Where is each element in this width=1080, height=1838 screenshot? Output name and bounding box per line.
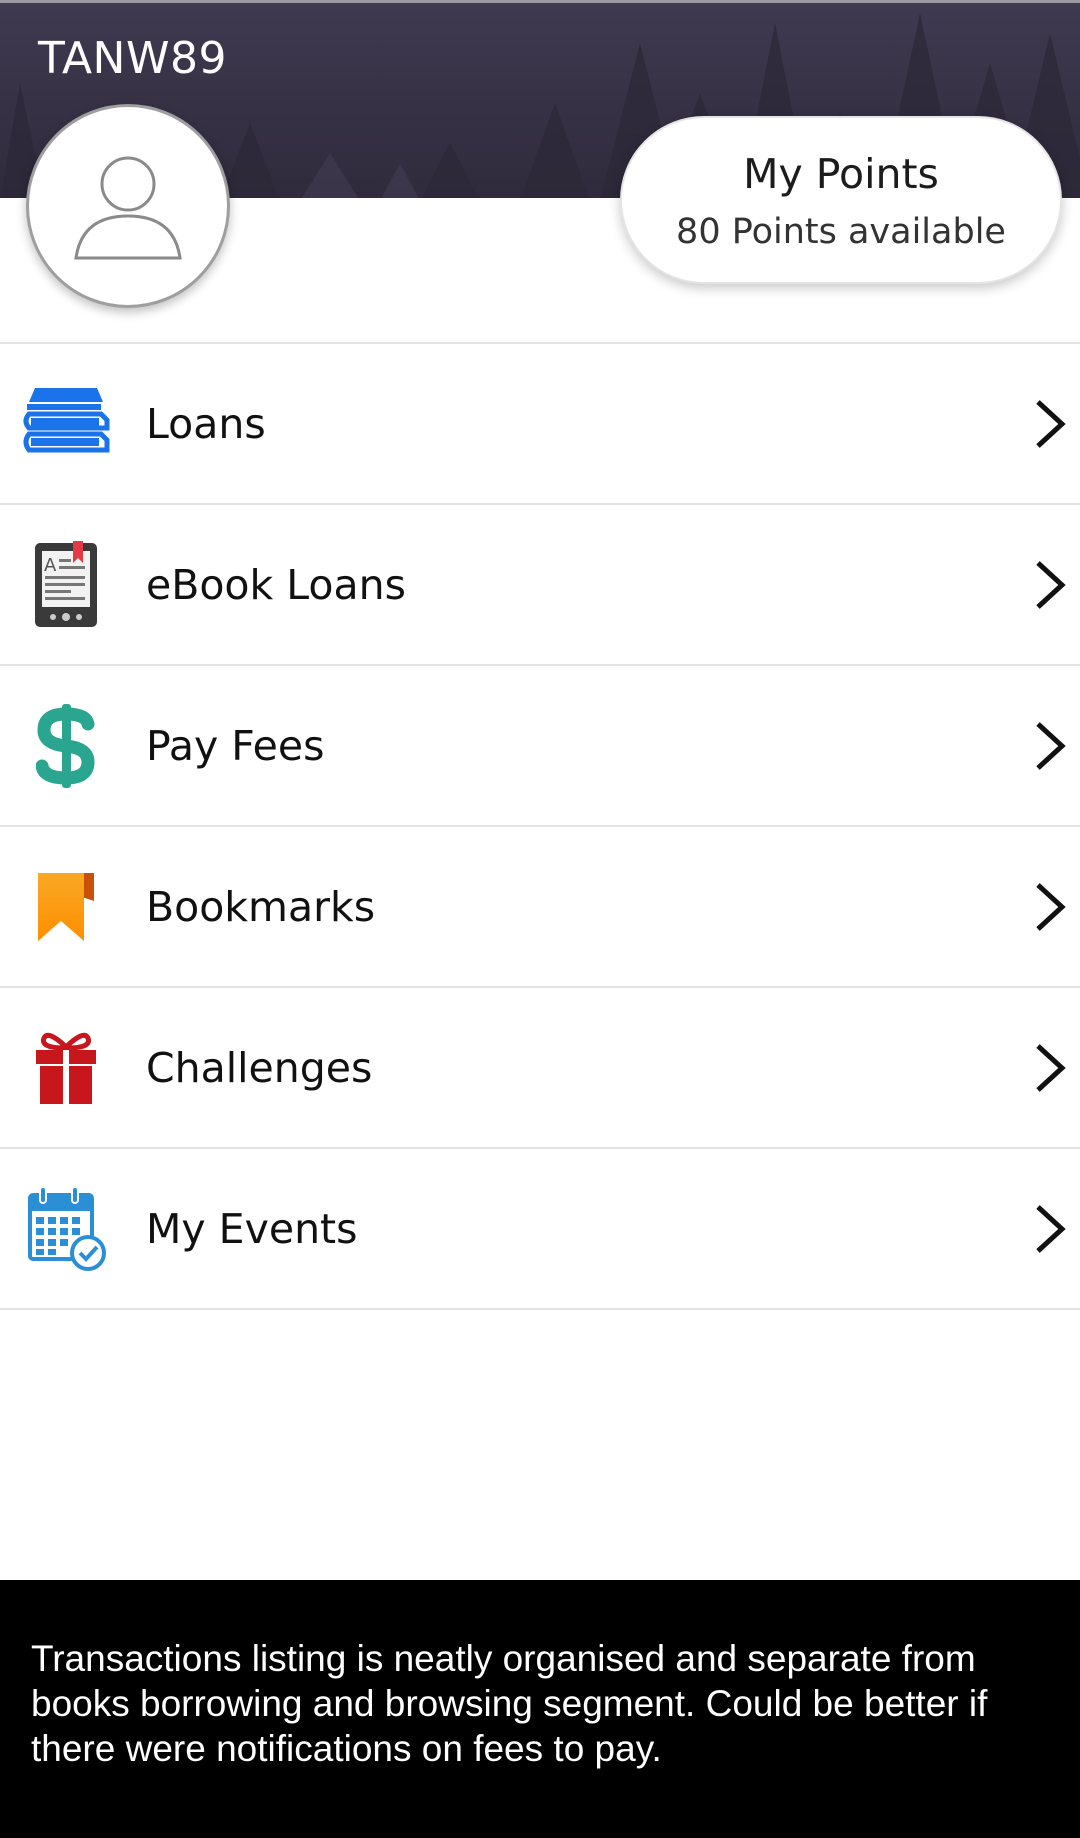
menu-item-my-events[interactable]: My Events [0,1149,1080,1310]
caption-text: Transactions listing is neatly organised… [31,1638,988,1769]
menu-item-label: Bookmarks [146,882,376,931]
profile-screen: TANW89 My Points 80 Points available Loa… [0,0,1080,1838]
menu-item-label: Loans [146,399,266,448]
chevron-right-icon [1036,721,1066,770]
menu-item-label: Challenges [146,1043,373,1092]
chevron-right-icon [1036,399,1066,448]
chevron-right-icon [1036,1043,1066,1092]
avatar[interactable] [26,104,230,308]
user-silhouette-icon [74,156,182,260]
bookmark-icon [20,861,112,953]
menu-item-challenges[interactable]: Challenges [0,988,1080,1149]
menu-item-label: Pay Fees [146,721,325,770]
account-menu-list: Loans A eBook Loans Pay Fees Bookmarks C… [0,342,1080,1310]
my-points-card[interactable]: My Points 80 Points available [620,116,1062,284]
menu-item-label: My Events [146,1204,358,1253]
dollar-sign-icon [20,700,112,792]
points-available: 80 Points available [676,212,1006,252]
username: TANW89 [38,33,227,84]
chevron-right-icon [1036,882,1066,931]
calendar-check-icon [20,1183,112,1275]
menu-item-label: eBook Loans [146,560,406,609]
gift-icon [20,1022,112,1114]
points-title: My Points [743,150,939,198]
menu-item-bookmarks[interactable]: Bookmarks [0,827,1080,988]
svg-text:A: A [44,555,57,576]
menu-item-pay-fees[interactable]: Pay Fees [0,666,1080,827]
menu-item-loans[interactable]: Loans [0,344,1080,505]
caption-banner: Transactions listing is neatly organised… [0,1580,1080,1838]
ebook-reader-icon: A [20,539,112,631]
menu-item-ebook-loans[interactable]: A eBook Loans [0,505,1080,666]
chevron-right-icon [1036,560,1066,609]
books-stack-icon [20,378,112,470]
chevron-right-icon [1036,1204,1066,1253]
